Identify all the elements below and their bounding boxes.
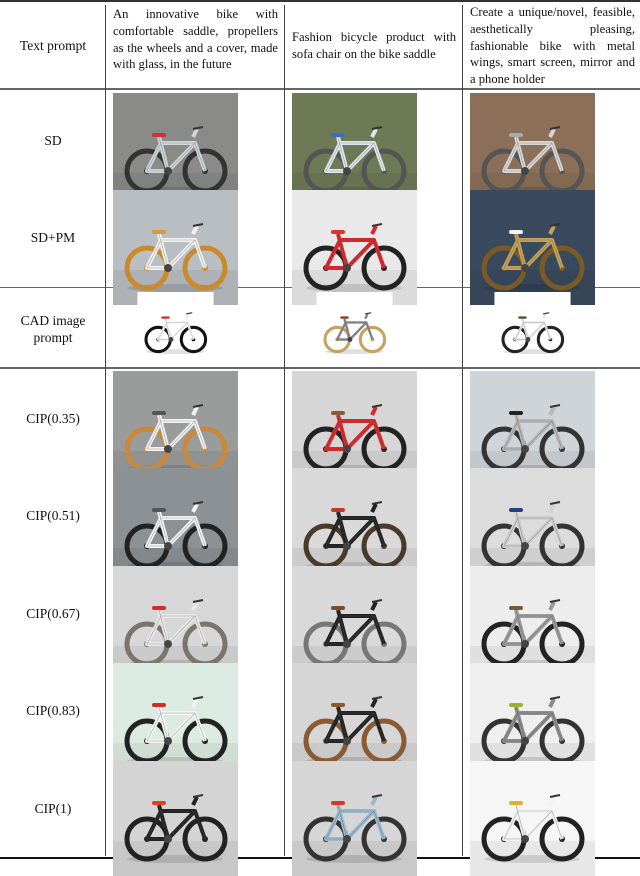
prompt-text-2: Fashion bicycle product with sofa chair … [292,30,456,61]
row-rule-2 [0,367,640,369]
top-rule [0,0,640,2]
row-label-sd-pm: SD+PM [30,230,76,245]
result-image [292,292,417,362]
row-label-cip-067: CIP(0.67) [26,606,80,621]
result-image [470,292,595,362]
row-label-cad-line2: prompt [33,330,73,345]
row-label-cad: CAD image prompt [0,312,106,346]
result-image [292,190,417,305]
bike-illustration [137,292,214,362]
result-image [470,761,595,876]
bike-illustration [316,292,393,362]
row-label-cip-083: CIP(0.83) [26,703,80,718]
bike-illustration [292,761,417,876]
column-divider-3 [462,5,463,856]
row-label-cip-051: CIP(0.51) [26,508,80,523]
result-image [113,292,238,362]
row-label-sd: SD [44,133,62,148]
bike-illustration [292,190,417,305]
result-image [292,761,417,876]
column-divider-2 [284,5,285,856]
bike-illustration [113,190,238,305]
prompt-text-1: An innovative bike with comfortable sadd… [113,7,278,72]
result-image [113,190,238,305]
header-row-label: Text prompt [19,38,87,53]
result-image [470,190,595,305]
prompt-text-3: Create a unique/novel, feasible, aesthet… [470,5,635,87]
bike-illustration [470,190,595,305]
row-label-cip-035: CIP(0.35) [26,411,80,426]
row-label-cip-1: CIP(1) [34,801,72,816]
bike-illustration [113,761,238,876]
row-label-cad-line1: CAD image [20,313,86,328]
bike-illustration [494,292,571,362]
header-rule [0,88,640,90]
result-image [113,761,238,876]
bike-illustration [470,761,595,876]
